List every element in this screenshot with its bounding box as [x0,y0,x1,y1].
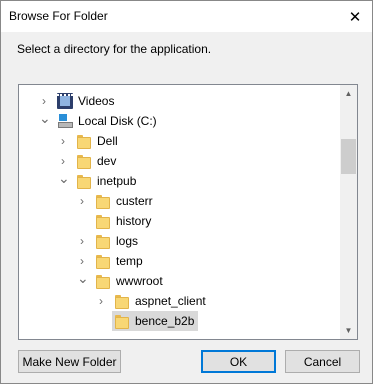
close-icon: ✕ [348,8,362,26]
folder-icon [95,253,111,269]
videos-icon [57,93,73,109]
cancel-button[interactable]: Cancel [285,350,360,373]
chevron-right-icon[interactable]: › [77,254,87,268]
folder-icon [95,213,111,229]
tree-item[interactable]: ⌄ wwwroot [19,271,340,291]
make-new-folder-button[interactable]: Make New Folder [18,350,121,373]
chevron-down-icon[interactable]: ⌄ [39,111,51,125]
tree-item-label: Dell [97,134,118,148]
tree-rows: › Videos ⌄ Local Disk (C:) › Dell › dev ⌄ inetpub… [19,91,340,331]
tree-item[interactable]: › dev [19,151,340,171]
tree-item-label: custerr [116,194,153,208]
browse-for-folder-dialog: Browse For Folder ✕ Select a directory f… [0,0,373,384]
tree-item-label: Videos [78,94,115,108]
title-bar: Browse For Folder ✕ [1,1,372,32]
tree-item-label: Local Disk (C:) [78,114,157,128]
chevron-right-icon[interactable]: › [77,194,87,208]
tree-item[interactable]: ⌄ inetpub [19,171,340,191]
window-title: Browse For Folder [9,9,108,23]
chevron-right-icon[interactable]: › [77,234,87,248]
folder-icon [76,153,92,169]
folder-tree[interactable]: › Videos ⌄ Local Disk (C:) › Dell › dev ⌄ inetpub… [18,84,358,340]
folder-icon [95,233,111,249]
chevron-right-icon[interactable]: › [96,294,106,308]
chevron-right-icon[interactable]: › [58,134,68,148]
tree-item-label: temp [116,254,143,268]
close-button[interactable]: ✕ [338,1,372,32]
tree-item-label: inetpub [97,174,137,188]
instruction-text: Select a directory for the application. [17,42,212,56]
folder-icon [95,193,111,209]
local-disk-icon [57,113,73,129]
tree-item[interactable]: › custerr [19,191,340,211]
vertical-scrollbar[interactable]: ▲ ▼ [340,85,357,339]
tree-item[interactable]: › Videos [19,91,340,111]
chevron-right-icon[interactable]: › [39,94,49,108]
tree-item[interactable]: bence_b2b [19,311,340,331]
chevron-down-icon[interactable]: ⌄ [58,171,70,185]
tree-item-label: bence_b2b [135,314,195,328]
folder-icon [76,173,92,189]
folder-icon [95,273,111,289]
tree-item-label: aspnet_client [135,294,206,308]
tree-item-label: logs [116,234,139,248]
tree-item-label: wwwroot [116,274,163,288]
tree-item[interactable]: › Dell [19,131,340,151]
ok-button[interactable]: OK [201,350,276,373]
scroll-down-arrow[interactable]: ▼ [340,322,357,339]
tree-item[interactable]: › temp [19,251,340,271]
tree-item[interactable]: › aspnet_client [19,291,340,311]
tree-item[interactable]: ⌄ Local Disk (C:) [19,111,340,131]
folder-icon [114,313,130,329]
tree-item[interactable]: › logs [19,231,340,251]
folder-icon [76,133,92,149]
scroll-thumb[interactable] [341,139,356,174]
chevron-right-icon[interactable]: › [58,154,68,168]
scroll-up-arrow[interactable]: ▲ [340,85,357,102]
tree-item-label: dev [97,154,117,168]
chevron-down-icon[interactable]: ⌄ [77,271,89,285]
folder-icon [114,293,130,309]
tree-item[interactable]: history [19,211,340,231]
tree-item-label: history [116,214,152,228]
